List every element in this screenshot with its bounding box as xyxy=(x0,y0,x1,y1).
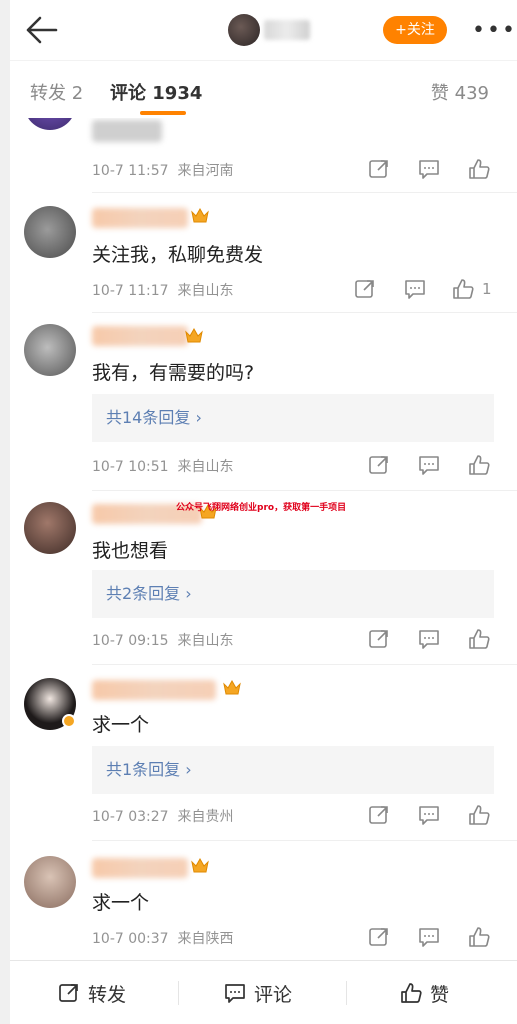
commenter-name-blurred xyxy=(92,208,188,228)
share-icon[interactable] xyxy=(368,804,390,826)
commenter-name-blurred xyxy=(92,680,216,700)
like-icon[interactable] xyxy=(468,158,490,180)
share-icon[interactable] xyxy=(368,628,390,650)
watermark-overlay: 公众号飞翔网络创业pro，获取第一手项目 xyxy=(176,503,347,513)
divider xyxy=(92,490,517,491)
divider xyxy=(92,664,517,665)
comment-meta: 10-7 11:17 来自山东 xyxy=(92,283,234,299)
author-avatar[interactable] xyxy=(228,14,260,46)
share-icon[interactable] xyxy=(368,158,390,180)
comment-list[interactable]: 10-7 11:57 来自河南 关注我，私聊免费发 10-7 11:17 来自山… xyxy=(10,118,517,960)
like-count: 1 xyxy=(482,280,492,298)
share-icon[interactable] xyxy=(368,926,390,948)
repost-label: 转发 xyxy=(88,983,127,1006)
commenter-avatar[interactable] xyxy=(24,856,76,908)
comment-meta: 10-7 11:57 来自河南 xyxy=(92,163,234,179)
like-label: 赞 xyxy=(430,983,450,1006)
comment-text: 求一个 xyxy=(92,714,150,736)
like-icon[interactable] xyxy=(452,278,474,300)
comment-icon[interactable] xyxy=(404,278,426,300)
bottom-divider xyxy=(346,981,347,1005)
tab-bar: 转发 2 评论 1934 赞 439 xyxy=(10,60,517,118)
commenter-avatar[interactable] xyxy=(24,324,76,376)
like-icon[interactable] xyxy=(468,454,490,476)
replies-link[interactable]: 共1条回复 › xyxy=(92,746,494,794)
like-icon[interactable] xyxy=(468,628,490,650)
comment-icon[interactable] xyxy=(418,158,440,180)
divider xyxy=(92,192,517,193)
commenter-name-blurred xyxy=(92,858,188,878)
comment-button[interactable]: 评论 xyxy=(224,981,293,1006)
like-icon xyxy=(401,983,422,1003)
like-icon[interactable] xyxy=(468,804,490,826)
tab-likes[interactable]: 赞 439 xyxy=(431,79,489,105)
comment-icon[interactable] xyxy=(418,628,440,650)
commenter-avatar[interactable] xyxy=(24,502,76,554)
tab-repost[interactable]: 转发 2 xyxy=(30,79,83,105)
bottom-divider xyxy=(178,981,179,1005)
comment-icon[interactable] xyxy=(418,804,440,826)
share-icon[interactable] xyxy=(368,454,390,476)
crown-badge-icon xyxy=(222,678,242,698)
comment-meta: 10-7 03:27 来自贵州 xyxy=(92,809,234,825)
crown-badge-icon xyxy=(190,856,210,876)
commenter-avatar[interactable] xyxy=(24,118,76,130)
comment-icon[interactable] xyxy=(418,454,440,476)
crown-badge-icon xyxy=(184,326,204,346)
follow-button[interactable]: +关注 xyxy=(383,16,447,44)
comment-text: 我也想看 xyxy=(92,540,169,562)
comment-meta: 10-7 10:51 来自山东 xyxy=(92,459,234,475)
replies-link[interactable]: 共2条回复 › xyxy=(92,570,494,618)
divider xyxy=(92,312,517,313)
comment-text-blurred xyxy=(92,120,162,142)
tab-comments[interactable]: 评论 1934 xyxy=(110,79,202,105)
tab-active-indicator xyxy=(140,111,186,115)
back-arrow-icon[interactable] xyxy=(24,14,58,46)
verified-badge-icon xyxy=(62,714,76,728)
comment-meta: 10-7 09:15 来自山东 xyxy=(92,633,234,649)
like-icon[interactable] xyxy=(468,926,490,948)
more-dots-icon[interactable]: ••• xyxy=(472,20,517,42)
like-button[interactable]: 赞 xyxy=(400,981,450,1006)
divider xyxy=(92,840,517,841)
left-edge-strip xyxy=(0,0,10,1024)
comment-icon[interactable] xyxy=(418,926,440,948)
commenter-name-blurred xyxy=(92,326,188,346)
comment-meta: 10-7 00:37 来自陕西 xyxy=(92,931,234,947)
replies-link[interactable]: 共14条回复 › xyxy=(92,394,494,442)
crown-badge-icon xyxy=(190,206,210,226)
author-name-blurred xyxy=(264,20,310,40)
bottom-action-bar: 转发 评论 赞 xyxy=(10,960,517,1024)
share-icon[interactable] xyxy=(354,278,376,300)
comment-text: 关注我，私聊免费发 xyxy=(92,244,264,266)
comment-label: 评论 xyxy=(254,983,293,1006)
top-bar: +关注 ••• xyxy=(10,0,517,60)
commenter-avatar[interactable] xyxy=(24,206,76,258)
comment-text: 求一个 xyxy=(92,892,150,914)
repost-button[interactable]: 转发 xyxy=(58,981,127,1006)
repost-icon xyxy=(59,984,78,1002)
comment-icon xyxy=(225,984,245,1003)
comment-text: 我有，有需要的吗? xyxy=(92,362,255,384)
